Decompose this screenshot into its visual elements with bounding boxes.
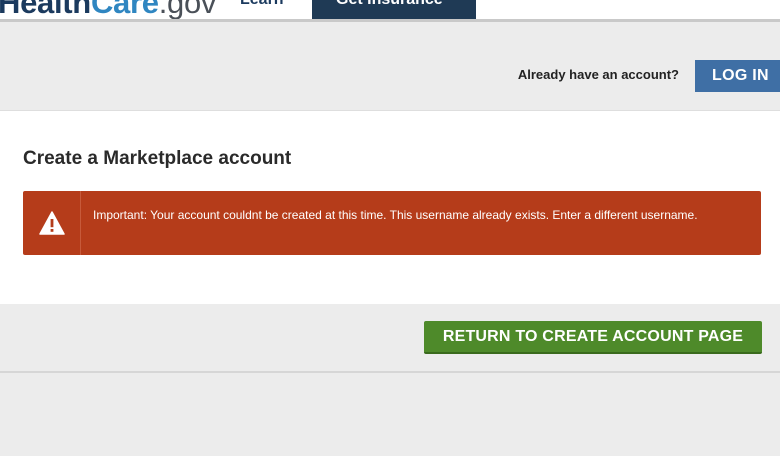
already-have-account-text: Already have an account? <box>517 67 679 82</box>
alert-message: Important: Your account couldnt be creat… <box>93 208 698 222</box>
nav-learn-link[interactable]: Learn <box>240 0 284 10</box>
page-title: Create a Marketplace account <box>23 148 292 169</box>
logo-text-health: Health <box>0 0 91 19</box>
site-header: HealthCare.gov Learn Get Insurance <box>0 0 780 19</box>
nav-get-insurance-tab[interactable]: Get Insurance <box>312 0 476 19</box>
action-strip: RETURN TO CREATE ACCOUNT PAGE <box>0 304 780 373</box>
return-to-create-account-button[interactable]: RETURN TO CREATE ACCOUNT PAGE <box>424 321 762 354</box>
page-background <box>0 373 780 456</box>
main-content-panel: Create a Marketplace account Important: … <box>0 110 780 304</box>
logo-text-gov: .gov <box>158 0 217 19</box>
logo-text-care: Care <box>90 0 159 19</box>
alert-icon-container <box>23 191 81 255</box>
login-button[interactable]: LOG IN <box>695 60 780 92</box>
healthcare-gov-logo[interactable]: HealthCare.gov <box>0 0 216 19</box>
warning-icon <box>39 211 65 235</box>
account-strip: Already have an account? LOG IN <box>0 22 780 110</box>
error-alert: Important: Your account couldnt be creat… <box>23 191 761 255</box>
nav-get-insurance-label: Get Insurance <box>336 0 443 10</box>
